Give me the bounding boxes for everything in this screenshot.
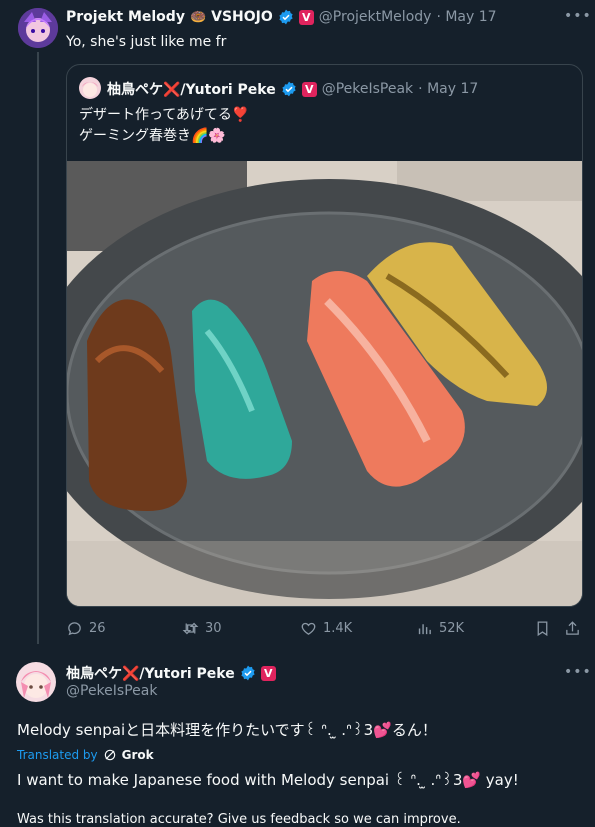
- quoted-handle: @PekeIsPeak: [321, 81, 414, 97]
- avatar-image: [16, 662, 56, 702]
- author-handle[interactable]: @PekeIsPeak: [66, 683, 157, 699]
- quoted-author-name: 柚鳥ペケ❌/Yutori Peke: [107, 82, 276, 98]
- share-icon: [566, 621, 579, 635]
- author-handle[interactable]: @ProjektMelody: [319, 9, 432, 25]
- donut-icon: 🍩: [189, 9, 207, 25]
- affiliation-badge[interactable]: V: [298, 9, 314, 25]
- translation-feedback[interactable]: Was this translation accurate? Give us f…: [17, 812, 461, 827]
- translation-attribution: Translated by Grok: [17, 748, 154, 762]
- main-tweet-header: 柚鳥ペケ❌/Yutori Peke V: [66, 663, 276, 683]
- thread-line: [37, 52, 39, 644]
- views-chart-icon: [418, 624, 431, 635]
- grok-icon: [104, 749, 115, 761]
- tweet-text: Yo, she's just like me fr: [66, 34, 227, 50]
- bookmark-button[interactable]: [534, 620, 551, 637]
- retweet-icon: [182, 622, 199, 635]
- quoted-tweet[interactable]: 柚鳥ペケ❌/Yutori Peke V @PekeIsPeak · May 17…: [66, 64, 583, 607]
- verified-badge-icon: [282, 81, 296, 97]
- tweet-photo[interactable]: [67, 161, 582, 606]
- quoted-text-line1: デザート作ってあげてる❣️: [79, 107, 250, 123]
- reply-button[interactable]: 26: [66, 620, 106, 637]
- more-options-icon[interactable]: •••: [564, 8, 592, 24]
- quoted-avatar-image: [79, 77, 101, 99]
- translated-by-link[interactable]: Translated by: [17, 748, 98, 762]
- avatar[interactable]: [18, 8, 58, 48]
- reply-icon: [68, 622, 81, 636]
- quoted-date: · May 17: [418, 81, 479, 97]
- avatar[interactable]: [16, 662, 56, 702]
- views-count: 52K: [439, 621, 465, 636]
- verified-badge-icon: [241, 665, 255, 681]
- heart-icon: [301, 622, 316, 635]
- translated-text: I want to make Japanese food with Melody…: [17, 771, 519, 789]
- author-name[interactable]: 柚鳥ペケ❌/Yutori Peke: [66, 663, 235, 683]
- quoted-header: 柚鳥ペケ❌/Yutori Peke V @PekeIsPeak · May 17: [107, 79, 478, 99]
- views-button[interactable]: 52K: [416, 620, 464, 637]
- grok-label[interactable]: Grok: [122, 748, 154, 762]
- like-count: 1.4K: [323, 621, 353, 636]
- frying-pan-photo: [67, 161, 582, 606]
- retweet-button[interactable]: 30: [182, 620, 222, 637]
- affiliation-badge[interactable]: V: [260, 665, 276, 681]
- share-button[interactable]: [564, 620, 581, 637]
- author-name[interactable]: Projekt Melody: [66, 9, 185, 25]
- bookmark-icon: [537, 621, 548, 637]
- quoted-text-line2: ゲーミング春巻き🌈🌸: [79, 128, 226, 144]
- tweet-text: Melody senpaiと日本料理を作りたいです꒰ ᐢ. ̫ .ᐢ꒱3💕るん！: [17, 721, 437, 739]
- reply-count: 26: [89, 621, 106, 636]
- retweet-count: 30: [205, 621, 222, 636]
- quoted-avatar: [79, 77, 101, 99]
- affiliation-badge: V: [301, 81, 317, 97]
- tweet-date[interactable]: · May 17: [436, 9, 496, 25]
- action-bar: 26 30 1.4K 52K: [66, 620, 582, 640]
- avatar-image: [18, 8, 58, 48]
- author-suffix[interactable]: VSHOJO: [211, 9, 273, 25]
- like-button[interactable]: 1.4K: [300, 620, 352, 637]
- more-options-icon[interactable]: •••: [564, 664, 592, 680]
- verified-badge-icon: [279, 9, 293, 25]
- tweet-header: Projekt Melody 🍩 VSHOJO V @ProjektMelody…: [66, 9, 497, 25]
